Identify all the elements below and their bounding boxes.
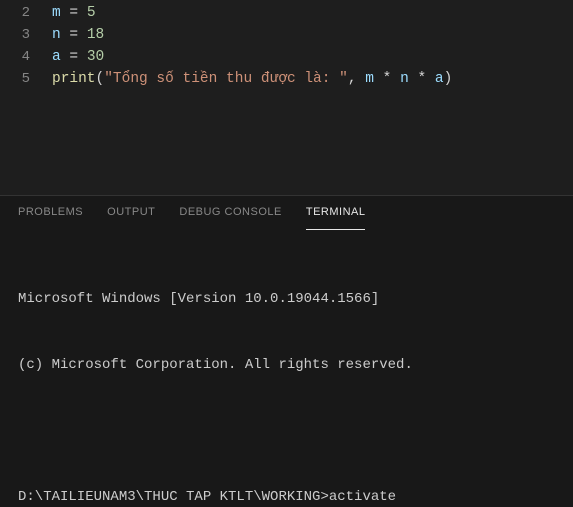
variable-token: m xyxy=(52,5,61,21)
variable-token: n xyxy=(52,27,61,43)
code-line[interactable]: 2 m = 5 xyxy=(0,2,573,24)
terminal-output[interactable]: Microsoft Windows [Version 10.0.19044.15… xyxy=(0,230,573,507)
line-number: 3 xyxy=(0,24,52,46)
bottom-panel: PROBLEMS OUTPUT DEBUG CONSOLE TERMINAL M… xyxy=(0,195,573,507)
number-token: 30 xyxy=(87,49,104,65)
terminal-line: D:\TAILIEUNAM3\THUC TAP KTLT\WORKING>act… xyxy=(18,486,559,507)
code-line[interactable]: 3 n = 18 xyxy=(0,24,573,46)
operator-token: = xyxy=(61,5,87,21)
terminal-line xyxy=(18,420,559,442)
tab-terminal[interactable]: TERMINAL xyxy=(306,206,366,230)
variable-token: n xyxy=(400,71,409,87)
line-number: 5 xyxy=(0,68,52,90)
code-line[interactable]: 5 print("Tổng số tiền thu được là: ", m … xyxy=(0,68,573,90)
paren-token: ( xyxy=(96,71,105,87)
code-editor[interactable]: 2 m = 5 3 n = 18 4 a = 30 5 print("Tổng … xyxy=(0,0,573,195)
code-content[interactable]: n = 18 xyxy=(52,24,104,46)
number-token: 18 xyxy=(87,27,104,43)
variable-token: a xyxy=(52,49,61,65)
tab-problems[interactable]: PROBLEMS xyxy=(18,206,83,230)
paren-token: ) xyxy=(444,71,453,87)
code-content[interactable]: m = 5 xyxy=(52,2,96,24)
line-number: 2 xyxy=(0,2,52,24)
string-token: "Tổng số tiền thu được là: " xyxy=(104,71,348,87)
comma-token: , xyxy=(348,71,365,87)
terminal-line: Microsoft Windows [Version 10.0.19044.15… xyxy=(18,288,559,310)
operator-token: = xyxy=(61,27,87,43)
tab-output[interactable]: OUTPUT xyxy=(107,206,155,230)
operator-token: * xyxy=(409,71,435,87)
operator-token: = xyxy=(61,49,87,65)
code-line[interactable]: 4 a = 30 xyxy=(0,46,573,68)
variable-token: m xyxy=(365,71,374,87)
line-number: 4 xyxy=(0,46,52,68)
operator-token: * xyxy=(374,71,400,87)
code-content[interactable]: print("Tổng số tiền thu được là: ", m * … xyxy=(52,68,452,90)
panel-tabs: PROBLEMS OUTPUT DEBUG CONSOLE TERMINAL xyxy=(0,196,573,230)
variable-token: a xyxy=(435,71,444,87)
terminal-line: (c) Microsoft Corporation. All rights re… xyxy=(18,354,559,376)
function-token: print xyxy=(52,71,96,87)
code-content[interactable]: a = 30 xyxy=(52,46,104,68)
tab-debug-console[interactable]: DEBUG CONSOLE xyxy=(179,206,281,230)
number-token: 5 xyxy=(87,5,96,21)
